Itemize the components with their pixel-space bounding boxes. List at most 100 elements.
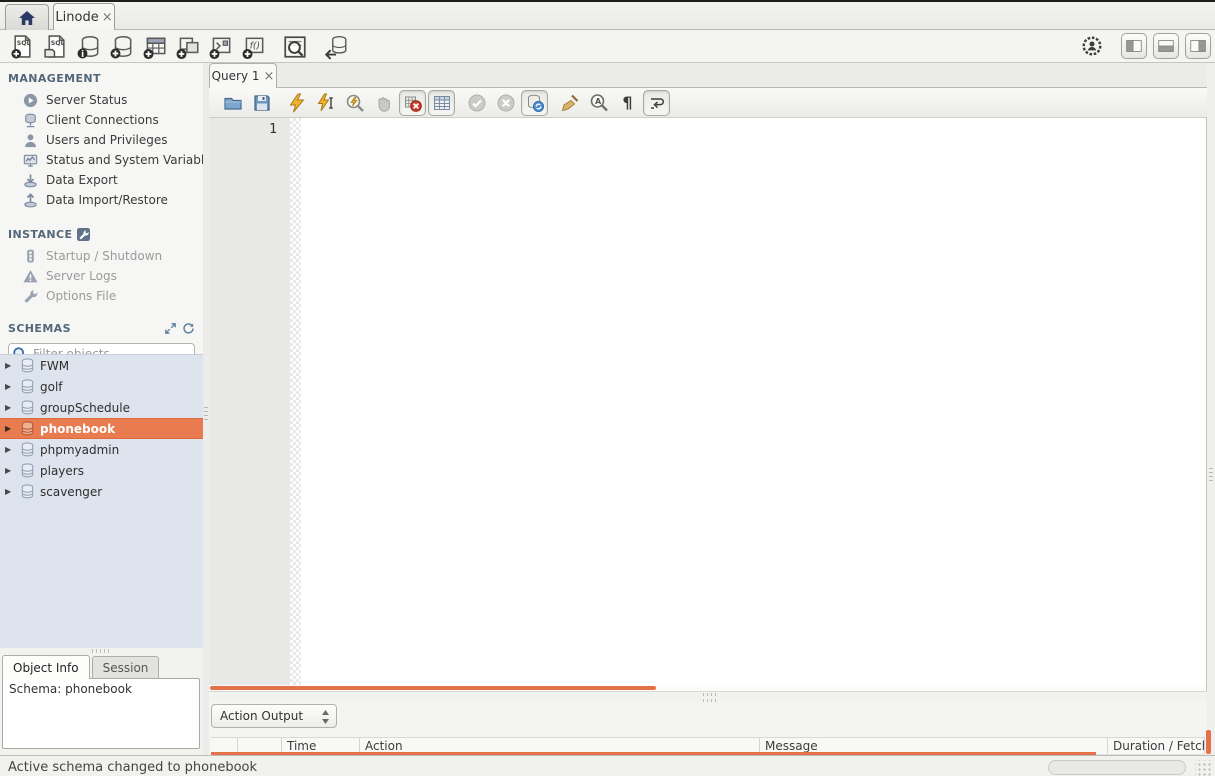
svg-text:i: i [81, 49, 84, 59]
stop-button[interactable] [369, 90, 398, 116]
search-table-data-button[interactable] [278, 33, 311, 61]
mysql-workbench-window: Linode × SQL SQL i [0, 0, 1215, 776]
output-splitter[interactable] [209, 691, 1207, 702]
panel-splitter-grip[interactable] [92, 649, 110, 653]
create-view-button[interactable] [171, 33, 204, 61]
schema-item-phonebook-selected[interactable]: ▶ phonebook [0, 418, 203, 439]
expander-icon[interactable]: ▶ [5, 487, 15, 496]
pilcrow-icon: ¶ [622, 93, 632, 112]
limit-rows-grid-icon [432, 93, 452, 113]
schema-item-players[interactable]: ▶ players [0, 460, 203, 481]
expander-icon[interactable]: ▶ [5, 361, 15, 370]
schema-inspector-button[interactable]: i [72, 33, 105, 61]
open-file-icon [223, 93, 243, 113]
query-tabbar: Query 1 × [209, 63, 1207, 88]
output-selector[interactable]: Action Output [211, 704, 337, 728]
connection-tab-linode[interactable]: Linode × [53, 3, 115, 30]
commit-button[interactable] [462, 90, 491, 116]
sidebar-item-data-import[interactable]: Data Import/Restore [0, 190, 203, 210]
info-tabs: Object Info Session [2, 655, 159, 678]
refresh-schemas-icon[interactable] [182, 322, 195, 335]
sidebar-item-client-connections[interactable]: Client Connections [0, 110, 203, 130]
output-vertical-scrollbar[interactable] [1206, 730, 1211, 754]
sidebar-item-startup-shutdown[interactable]: Startup / Shutdown [0, 246, 203, 266]
open-script-button[interactable] [218, 90, 247, 116]
sidebar-item-options-file[interactable]: Options File [0, 286, 203, 306]
database-icon [20, 484, 35, 499]
connection-tabbar: Linode × [0, 2, 1215, 30]
expander-icon[interactable]: ▶ [5, 466, 15, 475]
toggle-autocommit-button[interactable] [521, 90, 548, 116]
toggle-right-sidebar-button[interactable] [1185, 33, 1211, 59]
create-procedure-button[interactable] [204, 33, 237, 61]
commit-check-icon [467, 93, 487, 113]
tab-session[interactable]: Session [92, 656, 160, 678]
beautify-broom-icon [560, 93, 580, 113]
toggle-output-area-button[interactable] [1153, 33, 1179, 59]
column-header-duration[interactable]: Duration / Fetch [1108, 738, 1205, 754]
sidebar-item-data-export[interactable]: Data Export [0, 170, 203, 190]
sql-code-editor[interactable]: 1 [209, 118, 1207, 685]
scrollbar-thumb[interactable] [210, 686, 656, 690]
sidebar-item-users-privileges[interactable]: Users and Privileges [0, 130, 203, 150]
user-icon [22, 132, 39, 149]
instance-section-header: INSTANCE [0, 219, 203, 246]
execute-current-icon [316, 93, 336, 113]
execute-current-button[interactable] [311, 90, 340, 116]
sql-editor-area: Query 1 × [209, 63, 1207, 755]
line-number: 1 [269, 122, 277, 137]
schema-info-text: Schema: phonebook [9, 682, 132, 696]
server-status-icon [22, 92, 39, 109]
schema-item-groupschedule[interactable]: ▶ groupSchedule [0, 397, 203, 418]
schema-item-phpmyadmin[interactable]: ▶ phpmyadmin [0, 439, 203, 460]
new-sql-tab-button[interactable]: SQL [6, 33, 39, 61]
status-bar: Active schema changed to phonebook [0, 755, 1215, 776]
autocommit-icon [525, 93, 545, 113]
execute-button[interactable] [282, 90, 311, 116]
stop-on-error-icon [403, 93, 423, 113]
instance-wrench-badge-icon [77, 228, 90, 241]
system-variables-icon [22, 152, 39, 169]
schema-item-fwm[interactable]: ▶ FWM [0, 355, 203, 376]
query-tab[interactable]: Query 1 × [209, 63, 277, 88]
sidebar-item-server-logs[interactable]: Server Logs [0, 266, 203, 286]
wrap-text-button[interactable] [643, 90, 670, 116]
schema-item-scavenger[interactable]: ▶ scavenger [0, 481, 203, 502]
spinner-icon[interactable] [321, 709, 330, 728]
connection-tab-label: Linode [55, 10, 98, 25]
close-tab-icon[interactable]: × [102, 11, 113, 24]
create-schema-button[interactable] [105, 33, 138, 61]
expand-panel-icon[interactable] [164, 322, 177, 335]
expander-icon[interactable]: ▶ [5, 424, 15, 433]
close-query-tab-icon[interactable]: × [264, 70, 275, 83]
save-script-button[interactable] [247, 90, 276, 116]
explain-button[interactable] [340, 90, 369, 116]
sidebar-item-server-status[interactable]: Server Status [0, 90, 203, 110]
schema-item-golf[interactable]: ▶ golf [0, 376, 203, 397]
splitter-grip[interactable] [204, 407, 208, 421]
open-sql-script-button[interactable]: SQL [39, 33, 72, 61]
beautify-button[interactable] [555, 90, 584, 116]
query-toolbar: A ¶ [209, 88, 1207, 118]
rollback-button[interactable] [491, 90, 520, 116]
schema-inspector-icon: i [76, 34, 102, 60]
expander-icon[interactable]: ▶ [5, 445, 15, 454]
create-function-button[interactable]: f() [237, 33, 270, 61]
resize-grip-icon[interactable] [1195, 760, 1213, 776]
home-tab[interactable] [5, 4, 49, 30]
tab-object-info[interactable]: Object Info [2, 655, 90, 679]
expander-icon[interactable]: ▶ [5, 382, 15, 391]
enterprise-gear-icon[interactable] [1081, 35, 1103, 57]
toggle-stop-on-error-button[interactable] [399, 90, 426, 116]
find-button[interactable]: A [584, 90, 613, 116]
reconnect-dbms-button[interactable] [319, 33, 352, 61]
expander-icon[interactable]: ▶ [5, 403, 15, 412]
editor-text-area[interactable] [301, 118, 1206, 685]
sidebar-item-system-variables[interactable]: Status and System Variables [0, 150, 203, 170]
schema-tree[interactable]: ▶ FWM ▶ golf ▶ groupSchedule ▶ phonebook… [0, 354, 203, 648]
splitter-grip[interactable] [1209, 468, 1213, 482]
toggle-left-sidebar-button[interactable] [1121, 33, 1147, 59]
invisibles-button[interactable]: ¶ [613, 90, 642, 116]
limit-rows-button[interactable] [428, 90, 455, 116]
create-table-button[interactable] [138, 33, 171, 61]
